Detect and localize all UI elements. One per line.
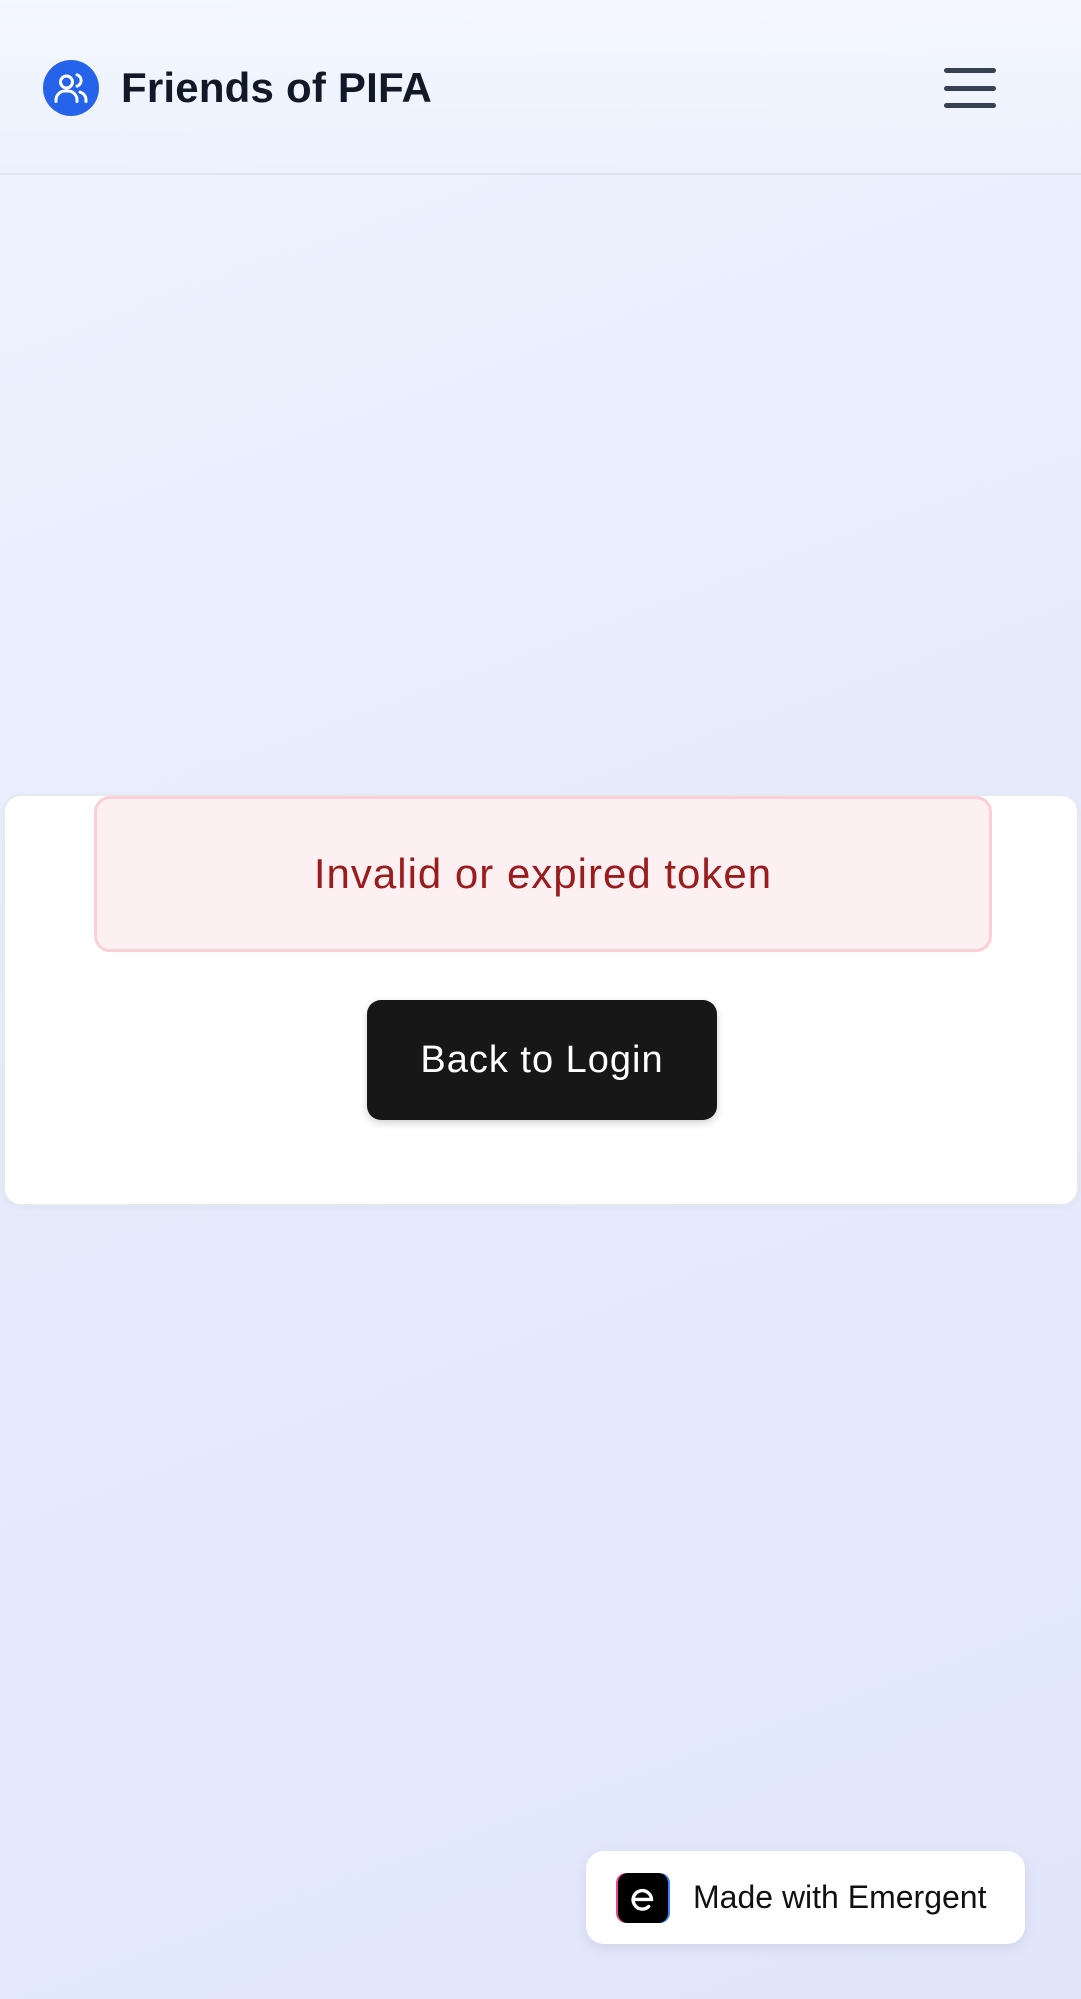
app-header: Friends of PIFA [0, 0, 1081, 175]
hamburger-menu-icon [944, 68, 996, 108]
emergent-logo-icon [618, 1872, 668, 1923]
error-card: Invalid or expired token Back to Login [3, 794, 1079, 1206]
app-title: Friends of PIFA [121, 64, 433, 111]
menu-button[interactable] [930, 56, 1010, 120]
made-with-emergent-badge[interactable]: Made with Emergent [586, 1851, 1025, 1944]
error-alert: Invalid or expired token [94, 796, 992, 952]
badge-label: Made with Emergent [693, 1879, 987, 1915]
brand[interactable]: Friends of PIFA [43, 60, 432, 116]
users-icon [43, 60, 99, 116]
error-message: Invalid or expired token [313, 850, 773, 897]
back-to-login-button[interactable]: Back to Login [367, 1000, 717, 1120]
